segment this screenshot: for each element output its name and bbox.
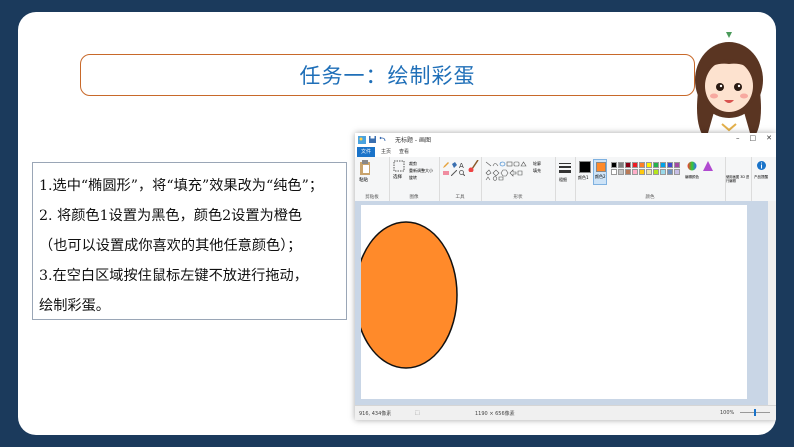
colors-group: 颜色1 颜色2 编辑颜色 颜色: [575, 157, 726, 201]
save-icon[interactable]: [369, 136, 376, 143]
clipboard-group: 粘贴 剪贴板: [355, 157, 390, 201]
tools-group: A 工具: [439, 157, 482, 201]
clipboard-group-label: 剪贴板: [365, 195, 379, 200]
edit-colors-icon[interactable]: [687, 161, 697, 171]
palette-swatch[interactable]: [632, 169, 638, 175]
crop-label[interactable]: 裁剪: [409, 161, 417, 167]
rotate-label[interactable]: 旋转: [409, 175, 417, 181]
fill-bucket-icon[interactable]: [451, 162, 457, 168]
canvas-size: 1190 × 656像素: [475, 411, 515, 417]
palette-swatch[interactable]: [667, 162, 673, 168]
cursor-position: 916, 434像素: [359, 411, 392, 417]
size-icon[interactable]: [559, 163, 571, 173]
select-icon[interactable]: [393, 160, 405, 172]
info-icon[interactable]: [757, 161, 766, 170]
palette-swatch[interactable]: [632, 162, 638, 168]
minimize-button[interactable]: –: [736, 134, 740, 142]
outline-label[interactable]: 轮廓: [533, 161, 541, 167]
tab-view[interactable]: 查看: [399, 147, 409, 157]
paste-label: 粘贴: [359, 178, 368, 183]
zoom-slider[interactable]: [740, 409, 770, 416]
paint-window-title: 无标题 - 画图: [395, 137, 431, 144]
palette-swatch[interactable]: [639, 162, 645, 168]
image-group-label: 图像: [409, 195, 419, 200]
paint3d-group: 使用画图 3D 进行编辑: [725, 157, 752, 201]
size-label: 粗细: [559, 177, 567, 182]
product-alert-label: 产品提醒: [754, 175, 768, 179]
zoom-level: 100%: [720, 410, 735, 416]
palette-swatch[interactable]: [660, 162, 666, 168]
fill-label[interactable]: 填充: [533, 168, 541, 174]
palette-swatch[interactable]: [625, 169, 631, 175]
paint3d-label: 使用画图 3D 进行编辑: [726, 175, 750, 183]
magnifier-icon[interactable]: [459, 170, 465, 176]
palette-swatch[interactable]: [674, 169, 680, 175]
shapes-group-label: 形状: [513, 195, 523, 200]
pencil-icon[interactable]: [443, 162, 449, 168]
tab-file[interactable]: 文件: [357, 147, 375, 157]
title-box: 任务一：绘制彩蛋: [80, 54, 695, 96]
resize-label[interactable]: 重新调整大小: [409, 168, 433, 174]
maximize-button[interactable]: □: [750, 134, 757, 142]
instruction-line: （也可以设置成你喜欢的其他任意颜色）；: [39, 238, 302, 254]
instruction-line: 1.选中“椭圆形”，将“填充”效果改为“纯色”；: [39, 178, 324, 194]
paint-app-icon: [358, 136, 366, 144]
palette-swatch[interactable]: [625, 162, 631, 168]
palette-swatch[interactable]: [660, 169, 666, 175]
size-group: 粗细: [555, 157, 576, 201]
tab-home[interactable]: 主页: [381, 147, 391, 157]
canvas-area: [355, 201, 776, 406]
instructions-box: 1.选中“椭圆形”，将“填充”效果改为“纯色”； 2. 将颜色1设置为黑色，颜色…: [32, 162, 347, 320]
instruction-line: 2. 将颜色1设置为黑色，颜色2设置为橙色: [39, 208, 303, 224]
instruction-line: 3.在空白区域按住鼠标左键不放进行拖动，: [39, 268, 308, 284]
select-label: 选择: [393, 175, 402, 180]
paint-window: 无标题 - 画图 – □ ✕ 文件 主页 查看 粘贴 剪贴板 选择 裁剪 重新调…: [355, 133, 776, 420]
palette-swatch[interactable]: [653, 169, 659, 175]
status-bar: 916, 434像素 ⬚ 1190 × 656像素 100%: [355, 405, 776, 420]
cartoon-girl-illustration: [695, 32, 763, 142]
instruction-line: 绘制彩蛋。: [39, 298, 110, 314]
edit-colors-label: 编辑颜色: [685, 175, 699, 179]
image-group: 选择 裁剪 重新调整大小 旋转 图像: [389, 157, 440, 201]
paint-title-bar: 无标题 - 画图 – □ ✕: [355, 133, 776, 148]
slide-title: 任务一：绘制彩蛋: [299, 64, 476, 88]
text-icon[interactable]: A: [459, 162, 465, 168]
tools-group-label: 工具: [455, 195, 465, 200]
colors-group-label: 颜色: [645, 195, 655, 200]
eraser-icon[interactable]: [443, 170, 449, 176]
undo-icon[interactable]: [379, 136, 386, 143]
product-alert-group: 产品提醒: [751, 157, 773, 201]
paste-icon[interactable]: [359, 160, 371, 176]
color2-label: 颜色2: [595, 174, 606, 179]
color-palette[interactable]: [611, 162, 683, 178]
palette-swatch[interactable]: [618, 162, 624, 168]
canvas-drawing: [355, 221, 458, 369]
color1-swatch[interactable]: [579, 161, 591, 173]
color1-label: 颜色1: [578, 175, 589, 180]
paint3d-icon[interactable]: [703, 161, 713, 171]
palette-swatch[interactable]: [611, 169, 617, 175]
vertical-scrollbar[interactable]: [768, 201, 776, 406]
palette-swatch[interactable]: [611, 162, 617, 168]
slide: 任务一：绘制彩蛋 1.选中“椭圆形”，将“填充”效果改为“纯色”； 2. 将颜色…: [18, 12, 776, 435]
shapes-group: 轮廓 填充 形状: [481, 157, 556, 201]
svg-text:A: A: [459, 162, 464, 168]
color2-button[interactable]: 颜色2: [593, 159, 607, 185]
ribbon: 粘贴 剪贴板 选择 裁剪 重新调整大小 旋转 图像 A 工具 轮廓 填充 形状 …: [355, 157, 776, 202]
close-button[interactable]: ✕: [766, 134, 772, 142]
selection-size-icon: ⬚: [415, 410, 420, 416]
shapes-gallery[interactable]: [485, 161, 531, 181]
palette-swatch[interactable]: [646, 162, 652, 168]
palette-swatch[interactable]: [667, 169, 673, 175]
orange-egg-ellipse: [355, 221, 458, 369]
palette-swatch[interactable]: [674, 162, 680, 168]
palette-swatch[interactable]: [639, 169, 645, 175]
palette-swatch[interactable]: [646, 169, 652, 175]
brushes-icon[interactable]: [468, 160, 479, 172]
drawing-canvas[interactable]: [355, 205, 747, 399]
palette-swatch[interactable]: [618, 169, 624, 175]
palette-swatch[interactable]: [653, 162, 659, 168]
ribbon-tabs: 文件 主页 查看: [355, 147, 776, 157]
color-picker-icon[interactable]: [451, 170, 457, 176]
